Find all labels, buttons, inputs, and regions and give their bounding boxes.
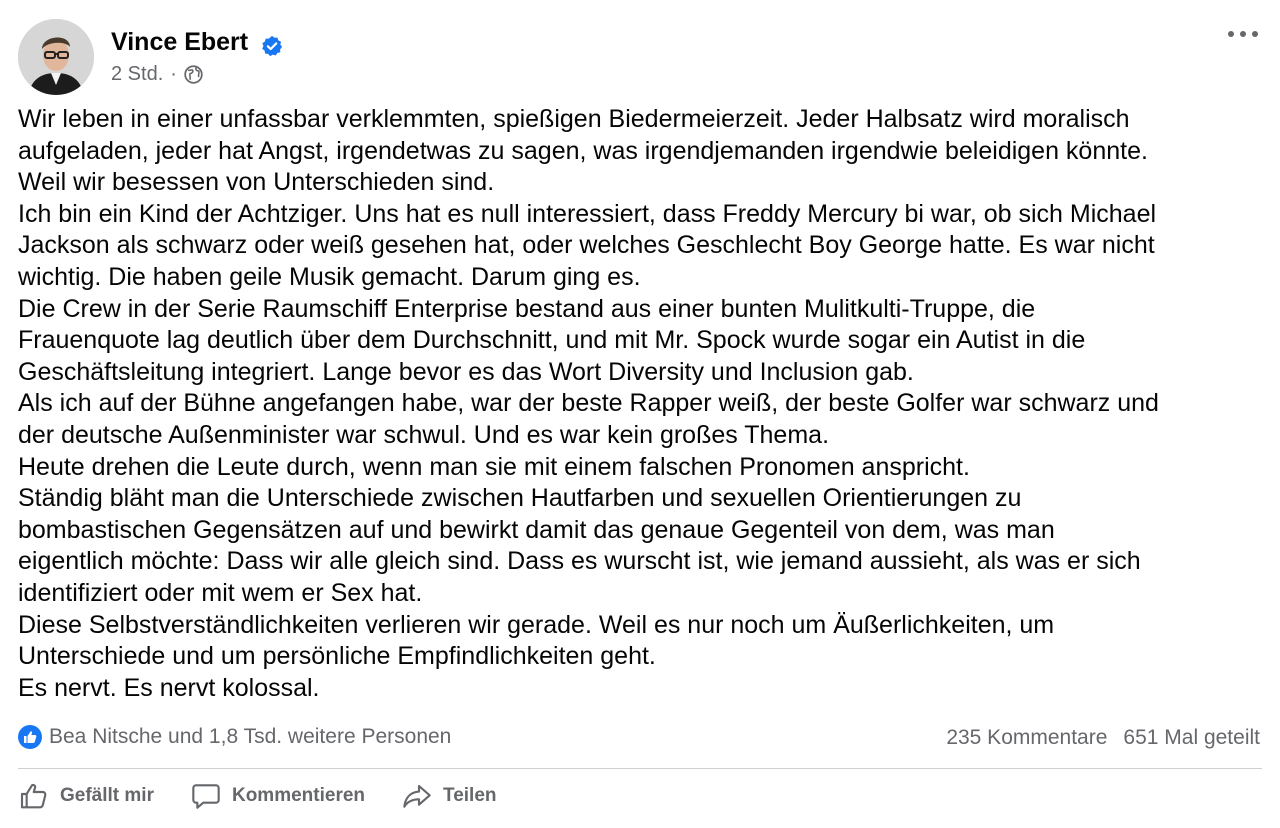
post-text-line: Unterschiede und um persönliche Empfindl… (18, 642, 656, 671)
post-text-line: Ich bin ein Kind der Achtziger. Uns hat … (18, 199, 1157, 228)
like-reaction-icon (18, 725, 42, 749)
more-options-icon[interactable] (1228, 24, 1258, 44)
post-text-line: Jackson als schwarz oder weiß gesehen ha… (18, 231, 1155, 260)
share-button[interactable]: Teilen (401, 780, 497, 812)
more-dot (1228, 31, 1234, 37)
post-timestamp[interactable]: 2 Std. (111, 63, 163, 86)
post-text-line: Heute drehen die Leute durch, wenn man s… (18, 452, 970, 481)
like-button[interactable]: Gefällt mir (18, 780, 154, 812)
action-bar: Gefällt mir Kommentieren Teilen (18, 780, 533, 812)
more-dot (1240, 31, 1246, 37)
comment-bubble-icon (192, 784, 220, 809)
post-text-line: eigentlich möchte: Dass wir alle gleich … (18, 547, 1141, 576)
post-text-line: identifiziert oder mit wem er Sex hat. (18, 578, 423, 607)
author-avatar-photo (18, 19, 94, 95)
verified-badge-icon (262, 35, 283, 57)
share-button-label: Teilen (443, 785, 497, 806)
post-text-line: Weil wir besessen von Unterschieden sind… (18, 168, 495, 197)
more-dot (1252, 31, 1258, 37)
post-meta: 2 Std. · (111, 63, 204, 86)
post-text-line: aufgeladen, jeder hat Angst, irgendetwas… (18, 136, 1148, 165)
post-text-line: der deutsche Außenminister war schwul. U… (18, 420, 830, 449)
globe-icon[interactable] (183, 64, 204, 85)
post-text-line: Die Crew in der Serie Raumschiff Enterpr… (18, 294, 1036, 323)
post-text-line: Geschäftsleitung integriert. Lange bevor… (18, 357, 914, 386)
comments-count[interactable]: 235 Kommentare (946, 726, 1107, 750)
post-text-line: Ständig bläht man die Unterschiede zwisc… (18, 484, 1022, 513)
shares-count[interactable]: 651 Mal geteilt (1123, 726, 1260, 750)
post-text-line: Wir leben in einer unfassbar verklemmten… (18, 105, 1130, 133)
engagement-counts: 235 Kommentare 651 Mal geteilt (946, 726, 1260, 750)
share-arrow-icon (403, 784, 431, 808)
meta-separator: · (170, 63, 177, 85)
author-name[interactable]: Vince Ebert (111, 28, 248, 57)
post-text-line: Frauenquote lag deutlich über dem Durchs… (18, 326, 1086, 355)
author-avatar[interactable] (18, 19, 94, 95)
post-text-line: bombastischen Gegensätzen auf und bewirk… (18, 515, 1055, 544)
post-text-line: Als ich auf der Bühne angefangen habe, w… (18, 389, 1159, 418)
comment-button[interactable]: Kommentieren (190, 780, 365, 812)
reactions-text: Bea Nitsche und 1,8 Tsd. weitere Persone… (49, 725, 452, 748)
thumbs-up-icon (20, 783, 47, 809)
like-button-label: Gefällt mir (60, 785, 154, 806)
divider (18, 768, 1262, 769)
comment-button-label: Kommentieren (231, 785, 366, 806)
post-text-line: wichtig. Die haben geile Musik gemacht. … (18, 262, 641, 291)
reactions-summary[interactable]: Bea Nitsche und 1,8 Tsd. weitere Persone… (18, 725, 451, 749)
post-text: Wir leben in einer unfassbar verklemmten… (18, 104, 1268, 704)
post-text-line: Es nervt. Es nervt kolossal. (18, 673, 320, 702)
post-text-line: Diese Selbstverständlichkeiten verlieren… (18, 610, 1055, 639)
